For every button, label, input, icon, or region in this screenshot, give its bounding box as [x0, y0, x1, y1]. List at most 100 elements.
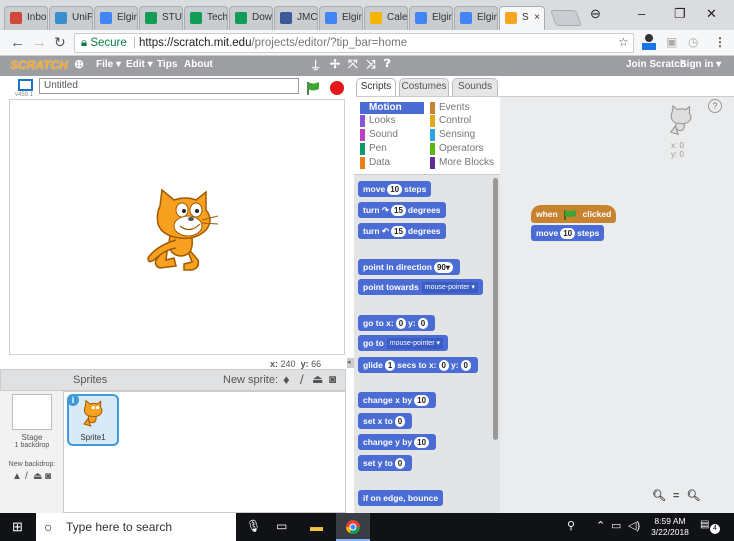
block-if-on-edge-bounce[interactable]: if on edge, bounce: [358, 490, 444, 506]
people-icon[interactable]: ⚲: [567, 519, 575, 532]
language-globe-icon[interactable]: ⊕: [74, 57, 84, 71]
stop-button[interactable]: [330, 81, 344, 95]
browser-tab[interactable]: Tech: [184, 6, 228, 30]
forward-icon[interactable]: →: [32, 34, 47, 51]
chrome-menu-icon[interactable]: ⋮: [714, 35, 726, 49]
scratch-logo[interactable]: SCRATCH: [10, 58, 68, 72]
category-looks[interactable]: Looks: [360, 115, 424, 127]
category-sensing[interactable]: Sensing: [430, 129, 496, 141]
menu-about[interactable]: About: [184, 59, 213, 70]
block-move-steps[interactable]: move 10 steps: [358, 181, 432, 197]
shrink-tool-icon[interactable]: ⤨: [366, 57, 376, 72]
task-view-icon[interactable]: ▭: [276, 519, 287, 533]
duplicate-tool-icon[interactable]: ⍊: [312, 57, 319, 72]
profile-icon[interactable]: ⊖: [590, 6, 601, 22]
browser-tab[interactable]: UniF: [49, 6, 93, 30]
block-point-in-direction[interactable]: point in direction 90▾: [358, 259, 460, 275]
reload-icon[interactable]: ↻: [54, 34, 66, 51]
browser-tab[interactable]: Cale: [364, 6, 408, 30]
collapse-stage-icon[interactable]: ◂: [347, 358, 354, 368]
browser-tab[interactable]: Elgin: [409, 6, 453, 30]
action-center-icon[interactable]: ▤ 4: [700, 519, 720, 534]
category-control[interactable]: Control: [430, 115, 496, 127]
camera-sprite-icon[interactable]: ◙: [329, 372, 336, 386]
browser-tab[interactable]: Elgin: [94, 6, 138, 30]
category-pen[interactable]: Pen: [360, 143, 424, 155]
tab-scripts[interactable]: Scripts: [356, 78, 396, 96]
browser-tab[interactable]: S ×: [499, 6, 545, 30]
camera-backdrop-icon[interactable]: ◙: [45, 471, 51, 482]
info-icon[interactable]: i: [67, 394, 79, 406]
zoom-in-icon[interactable]: 🔍︎: [687, 490, 701, 502]
zoom-reset-button[interactable]: =: [673, 490, 679, 502]
backdrop-library-icon[interactable]: ▲: [12, 471, 22, 482]
category-data[interactable]: Data: [360, 157, 424, 169]
script-block-move-steps[interactable]: move 10 steps: [531, 225, 605, 241]
palette-scrollbar[interactable]: [493, 178, 498, 440]
block-change-y[interactable]: change y by 10: [358, 434, 437, 450]
scratch-cat-sprite[interactable]: [146, 188, 226, 278]
sprite-library-icon[interactable]: ♦: [283, 372, 290, 387]
block-when-flag-clicked[interactable]: when clicked: [531, 205, 617, 223]
menu-file[interactable]: File ▾: [96, 59, 121, 70]
tab-sounds[interactable]: Sounds: [452, 78, 498, 96]
minimize-button[interactable]: –: [638, 6, 645, 21]
help-tool-icon[interactable]: ❓︎: [384, 58, 391, 71]
tab-costumes[interactable]: Costumes: [399, 78, 449, 96]
restore-button[interactable]: ❐: [674, 6, 686, 22]
volume-icon[interactable]: ◁): [628, 519, 640, 532]
stage[interactable]: [9, 99, 345, 355]
block-point-towards[interactable]: point towards mouse-pointer ▾: [358, 279, 483, 295]
stage-thumbnail[interactable]: [12, 394, 52, 430]
fullscreen-icon[interactable]: [18, 79, 33, 91]
category-operators[interactable]: Operators: [430, 143, 496, 155]
close-window-button[interactable]: ✕: [706, 6, 717, 22]
clock-icon[interactable]: ◷: [688, 35, 698, 49]
taskbar-search[interactable]: ○ Type here to search: [36, 513, 236, 541]
sprite-thumbnail[interactable]: i Sprite1: [67, 394, 119, 446]
menu-edit[interactable]: Edit ▾: [126, 59, 153, 70]
tab-close-icon[interactable]: ×: [534, 7, 540, 29]
microphone-icon[interactable]: 🎙︎: [246, 519, 261, 533]
block-go-to[interactable]: go to mouse-pointer ▾: [358, 335, 448, 351]
block-change-x[interactable]: change x by 10: [358, 392, 437, 408]
extension-new-icon[interactable]: [642, 33, 656, 54]
block-turn-left[interactable]: turn ↶ 15 degrees: [358, 223, 446, 239]
menu-tips[interactable]: Tips: [157, 59, 177, 70]
scripts-area[interactable]: ? x: 0 y: 0 when clicked move 10 steps 🔍︎ …: [500, 96, 734, 513]
paint-backdrop-icon[interactable]: /: [25, 471, 28, 482]
back-icon[interactable]: ←: [10, 34, 25, 51]
windows-start-icon[interactable]: ⊞: [12, 519, 23, 535]
tray-chevron-icon[interactable]: ⌃: [596, 519, 605, 532]
browser-tab[interactable]: Inbo: [4, 6, 48, 30]
block-turn-right[interactable]: turn ↷ 15 degrees: [358, 202, 446, 218]
taskbar-clock[interactable]: 8:59 AM 3/22/2018: [648, 516, 692, 538]
block-glide[interactable]: glide 1 secs to x: 0 y: 0: [358, 357, 478, 373]
green-flag-icon[interactable]: [306, 81, 320, 95]
category-motion[interactable]: Motion: [360, 102, 424, 114]
sign-in-link[interactable]: Sign in ▾: [680, 59, 721, 70]
category-sound[interactable]: Sound: [360, 129, 424, 141]
help-icon[interactable]: ?: [708, 99, 722, 113]
grow-tool-icon[interactable]: ⤧: [348, 57, 358, 72]
upload-sprite-icon[interactable]: ⏏: [312, 372, 323, 386]
browser-tab[interactable]: Elgin: [319, 6, 363, 30]
new-tab-button[interactable]: [550, 10, 582, 26]
extension-icon[interactable]: ▣: [666, 35, 677, 49]
bookmark-star-icon[interactable]: ☆: [618, 35, 629, 49]
network-icon[interactable]: ▭: [611, 519, 621, 532]
category-more-blocks[interactable]: More Blocks: [430, 157, 496, 169]
address-bar[interactable]: 🔒︎ Secure | https://scratch.mit.edu/proje…: [74, 33, 634, 53]
block-set-x[interactable]: set x to 0: [358, 413, 413, 429]
upload-backdrop-icon[interactable]: ⏏: [33, 471, 42, 482]
project-title-input[interactable]: Untitled: [39, 78, 299, 94]
browser-tab[interactable]: Dow: [229, 6, 273, 30]
browser-tab[interactable]: JMC: [274, 6, 318, 30]
join-scratch-link[interactable]: Join Scratch: [626, 59, 686, 70]
paint-sprite-icon[interactable]: /: [300, 372, 304, 387]
block-go-to-xy[interactable]: go to x: 0 y: 0: [358, 315, 436, 331]
chrome-taskbar-icon[interactable]: [336, 513, 370, 541]
zoom-out-icon[interactable]: 🔍︎: [652, 490, 666, 502]
browser-tab[interactable]: Elgin: [454, 6, 498, 30]
block-set-y[interactable]: set y to 0: [358, 455, 413, 471]
